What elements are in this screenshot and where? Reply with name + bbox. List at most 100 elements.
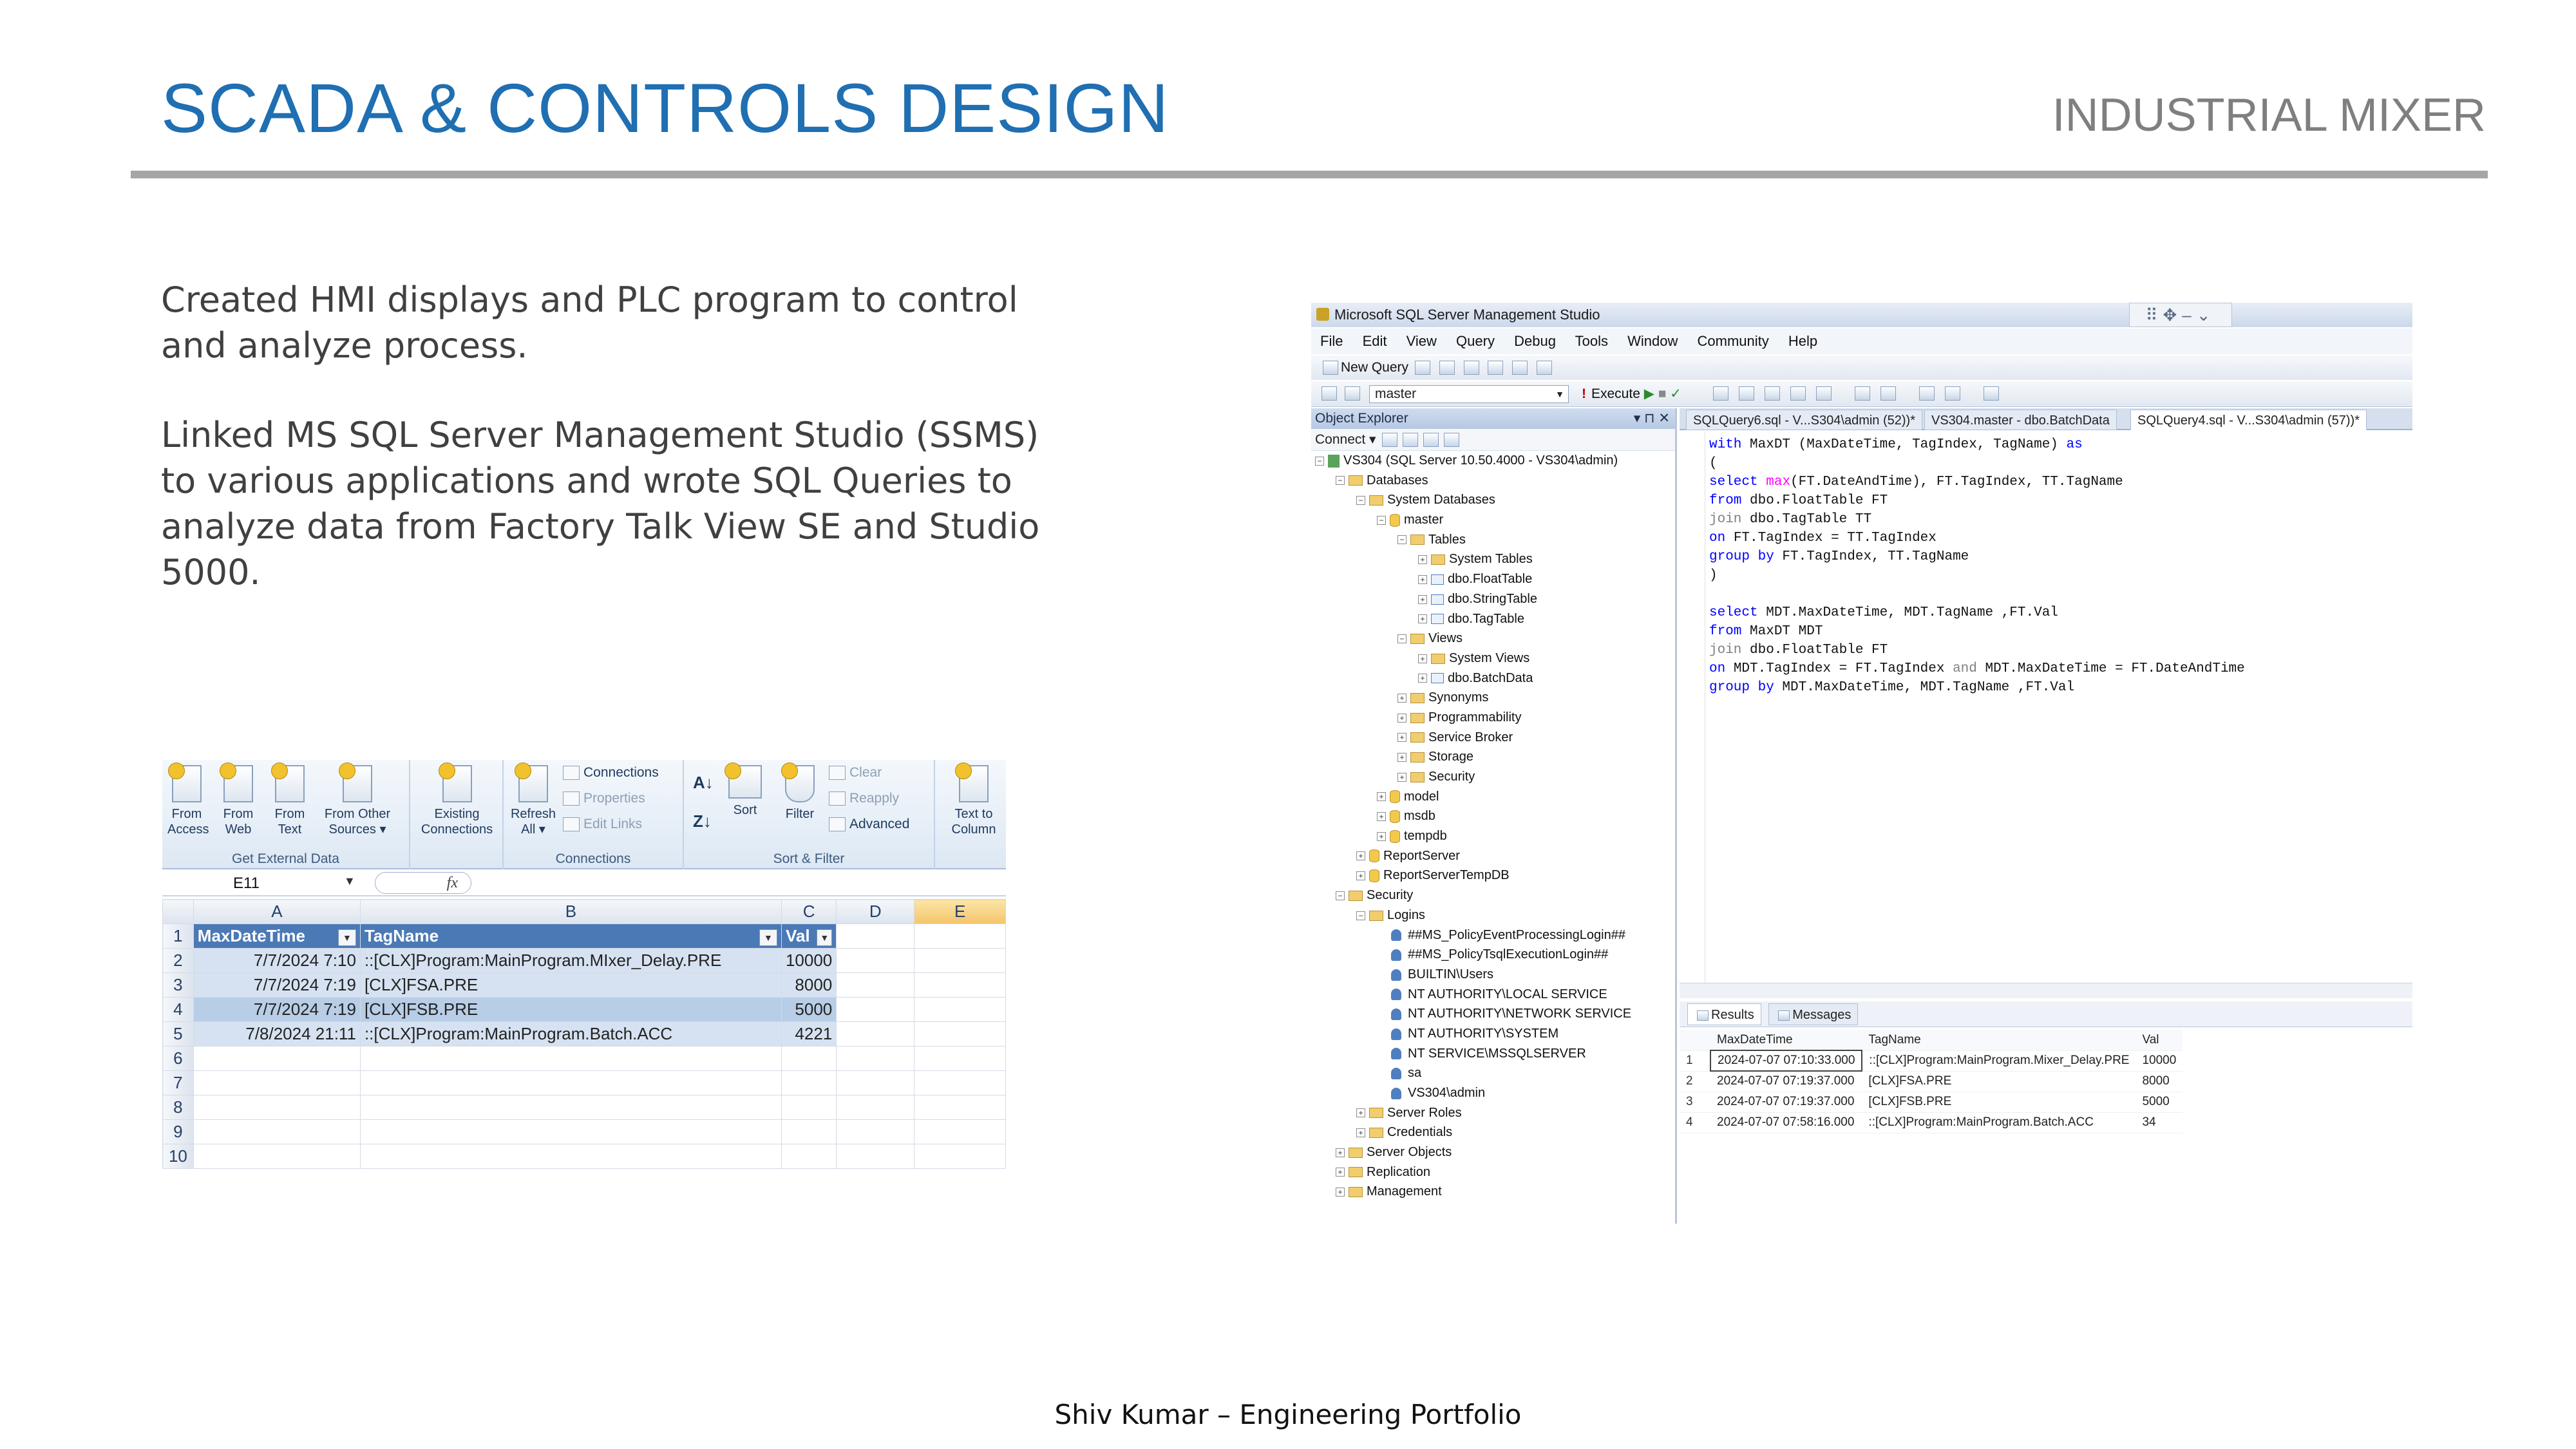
- clear-button[interactable]: Clear: [829, 765, 882, 781]
- cell[interactable]: 8000: [2136, 1071, 2183, 1092]
- cell[interactable]: 10000: [781, 948, 837, 973]
- cell[interactable]: [359, 1070, 782, 1095]
- expand-icon[interactable]: +: [1418, 574, 1427, 584]
- results-to-text-icon[interactable]: [1790, 386, 1806, 401]
- disconnect-icon[interactable]: [1382, 433, 1398, 448]
- cell[interactable]: [359, 1095, 782, 1120]
- filter-dropdown-icon[interactable]: ▼: [817, 929, 833, 946]
- cell[interactable]: [914, 1070, 1006, 1095]
- expand-icon[interactable]: +: [1356, 851, 1365, 861]
- tree-node-login[interactable]: ##MS_PolicyTsqlExecutionLogin##: [1311, 945, 1675, 965]
- cell[interactable]: 7/8/2024 21:11: [193, 1021, 361, 1046]
- cell[interactable]: [836, 948, 915, 973]
- row-header[interactable]: 3: [162, 972, 194, 998]
- save-icon[interactable]: [1488, 361, 1504, 375]
- menu-help[interactable]: Help: [1788, 333, 1817, 349]
- tree-node-login[interactable]: sa: [1311, 1063, 1675, 1083]
- collapse-icon[interactable]: −: [1315, 456, 1324, 466]
- select-all-corner[interactable]: [162, 899, 194, 924]
- from-other-sources-button[interactable]: From Other Sources ▾: [319, 762, 396, 837]
- row-header[interactable]: 10: [162, 1144, 194, 1169]
- advanced-button[interactable]: Advanced: [829, 817, 909, 832]
- row-header[interactable]: 1: [162, 923, 194, 949]
- name-box-dropdown-icon[interactable]: ▼: [344, 875, 355, 888]
- collapse-icon[interactable]: −: [1397, 634, 1406, 643]
- connect-dropdown[interactable]: Connect ▾: [1315, 432, 1376, 447]
- tree-node-credentials[interactable]: + Credentials: [1311, 1122, 1675, 1142]
- cell[interactable]: 2024-07-07 07:58:16.000: [1710, 1112, 1862, 1133]
- collapse-icon[interactable]: −: [1356, 496, 1365, 506]
- query-options-icon[interactable]: [1739, 386, 1754, 401]
- tree-node-model[interactable]: + model: [1311, 787, 1675, 807]
- display-plan-icon[interactable]: [1713, 386, 1728, 401]
- editor-horizontal-scrollbar[interactable]: [1680, 983, 2412, 998]
- cell[interactable]: 5000: [781, 997, 837, 1022]
- cell[interactable]: 4221: [781, 1021, 837, 1046]
- cell[interactable]: ::[CLX]Program:MainProgram.Mixer_Delay.P…: [1862, 1050, 2136, 1072]
- text-to-columns-button[interactable]: Text to Column: [948, 762, 999, 837]
- expand-icon[interactable]: +: [1418, 614, 1427, 624]
- reapply-button[interactable]: Reapply: [829, 791, 899, 806]
- cell[interactable]: [836, 923, 915, 949]
- cell[interactable]: [193, 1119, 361, 1144]
- menu-window[interactable]: Window: [1627, 333, 1678, 349]
- menu-debug[interactable]: Debug: [1514, 333, 1556, 349]
- cell[interactable]: [CLX]FSA.PRE: [1862, 1071, 2136, 1092]
- cell[interactable]: [359, 1144, 782, 1169]
- copy-icon[interactable]: [1439, 361, 1455, 375]
- cell[interactable]: [914, 923, 1006, 949]
- tree-node-server[interactable]: − VS304 (SQL Server 10.50.4000 - VS304\ad…: [1311, 451, 1675, 471]
- row-number[interactable]: 2: [1680, 1071, 1710, 1092]
- activity-monitor-icon[interactable]: [1537, 361, 1553, 375]
- expand-icon[interactable]: +: [1356, 1128, 1365, 1138]
- column-header[interactable]: Val: [2136, 1030, 2183, 1051]
- existing-connections-button[interactable]: Existing Connections: [417, 762, 497, 837]
- row-header[interactable]: 6: [162, 1046, 194, 1071]
- new-query-button[interactable]: New Query: [1320, 360, 1408, 375]
- outdent-icon[interactable]: [1945, 386, 1960, 401]
- filter-button[interactable]: Filter: [781, 762, 819, 822]
- tree-node-system-tables[interactable]: + System Tables: [1311, 549, 1675, 569]
- tab-results[interactable]: Results: [1687, 1003, 1761, 1025]
- expand-icon[interactable]: +: [1356, 1108, 1365, 1118]
- expand-icon[interactable]: +: [1397, 733, 1406, 743]
- from-web-button[interactable]: From Web: [219, 762, 258, 837]
- expand-icon[interactable]: +: [1377, 792, 1386, 802]
- tree-node-login[interactable]: NT AUTHORITY\SYSTEM: [1311, 1024, 1675, 1044]
- cell[interactable]: 5000: [2136, 1092, 2183, 1113]
- row-number[interactable]: 3: [1680, 1092, 1710, 1113]
- tree-node-views[interactable]: − Views: [1311, 629, 1675, 649]
- tab-messages[interactable]: Messages: [1768, 1003, 1859, 1025]
- filter-dropdown-icon[interactable]: ▼: [337, 929, 356, 946]
- cell[interactable]: 7/7/2024 7:10: [193, 948, 361, 973]
- uncomment-icon[interactable]: [1880, 386, 1896, 401]
- expand-icon[interactable]: +: [1377, 831, 1386, 841]
- cell[interactable]: [781, 1119, 837, 1144]
- collapse-icon[interactable]: −: [1377, 515, 1386, 525]
- cell[interactable]: ::[CLX]Program:MainProgram.Batch.ACC: [359, 1021, 782, 1046]
- sort-button[interactable]: Sort: [724, 762, 764, 818]
- menu-tools[interactable]: Tools: [1575, 333, 1608, 349]
- print-icon[interactable]: [1512, 361, 1528, 375]
- connections-button[interactable]: Connections: [563, 765, 659, 781]
- tree-node-system-views[interactable]: + System Views: [1311, 649, 1675, 668]
- expand-icon[interactable]: +: [1336, 1188, 1345, 1197]
- filter-dropdown-icon[interactable]: ▼: [759, 929, 777, 946]
- cell[interactable]: 34: [2136, 1112, 2183, 1133]
- tree-node-synonyms[interactable]: + Synonyms: [1311, 688, 1675, 708]
- change-connection-icon[interactable]: [1345, 386, 1360, 401]
- edit-links-button[interactable]: Edit Links: [563, 817, 642, 832]
- cell[interactable]: [CLX]FSA.PRE: [359, 972, 782, 998]
- from-access-button[interactable]: From Access: [167, 762, 209, 837]
- cell[interactable]: [914, 948, 1006, 973]
- cell[interactable]: [914, 1119, 1006, 1144]
- connect-icon[interactable]: [1321, 386, 1337, 401]
- tab-sqlquery6[interactable]: SQLQuery6.sql - V...S304\admin (52))*: [1686, 410, 1922, 430]
- properties-button[interactable]: Properties: [563, 791, 645, 806]
- tree-node-reportserver[interactable]: + ReportServer: [1311, 846, 1675, 866]
- cell[interactable]: 10000: [2136, 1050, 2183, 1072]
- expand-icon[interactable]: +: [1336, 1148, 1345, 1157]
- tree-node-tagtable[interactable]: + dbo.TagTable: [1311, 609, 1675, 629]
- header-cell[interactable]: MaxDateTime ▼: [193, 923, 361, 949]
- cell[interactable]: [914, 1095, 1006, 1120]
